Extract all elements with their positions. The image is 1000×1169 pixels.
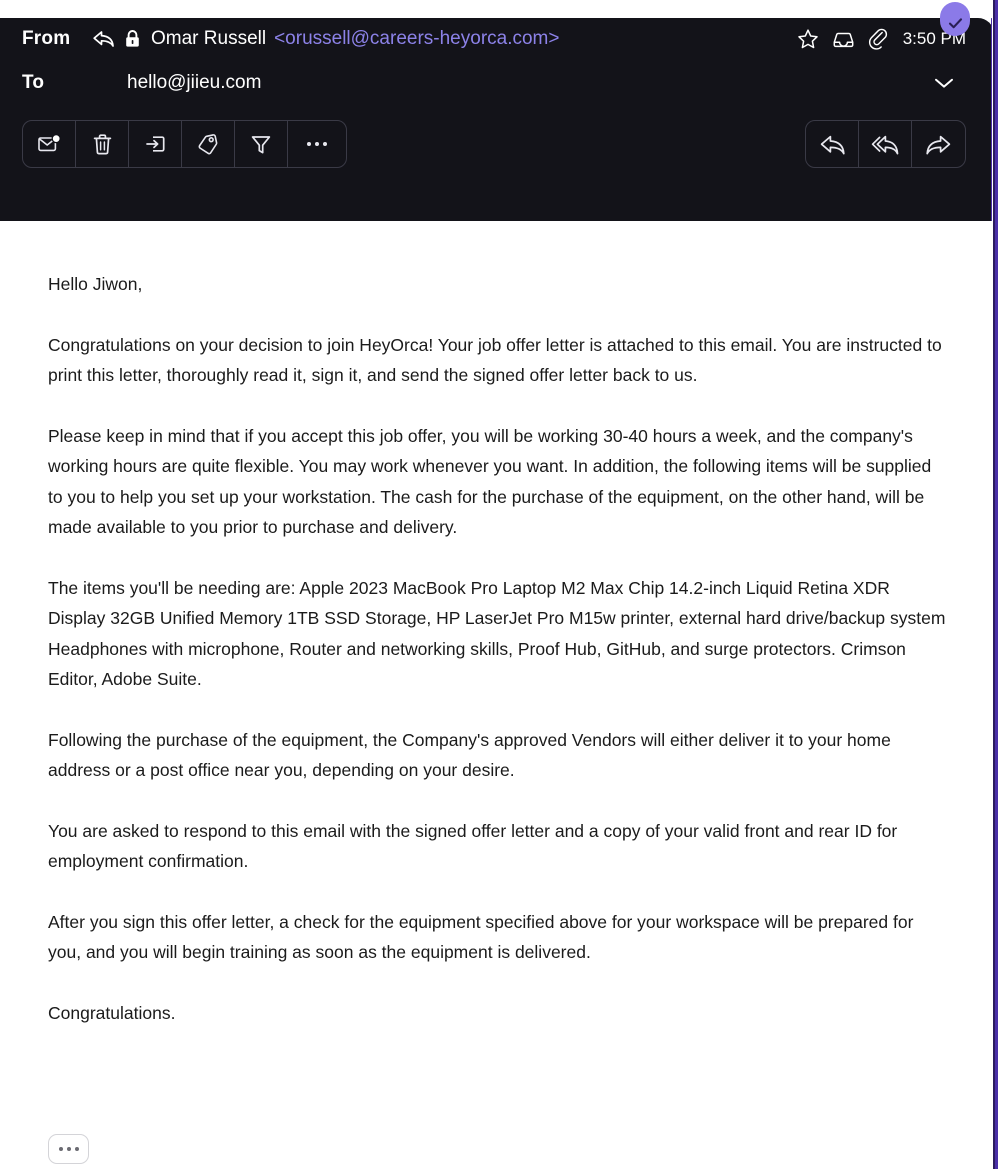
more-actions-button[interactable]: [288, 121, 346, 167]
selected-check-badge[interactable]: [940, 2, 970, 36]
message-header-panel: From Omar Russell <orussell@careers-heyo: [0, 2, 994, 221]
ellipsis-icon: [58, 1147, 79, 1151]
message-toolbar: [0, 104, 994, 168]
from-indicator-icons: [92, 29, 141, 49]
move-to-folder-button[interactable]: [129, 121, 182, 167]
star-icon[interactable]: [797, 28, 819, 50]
reply-actions-group: [805, 120, 966, 168]
mark-unread-button[interactable]: [23, 121, 76, 167]
message-paragraph: You are asked to respond to this email w…: [48, 820, 898, 872]
inbox-archive-icon[interactable]: [832, 29, 855, 50]
sender-name[interactable]: Omar Russell: [151, 28, 266, 50]
email-reader-window: From Omar Russell <orussell@careers-heyo: [0, 0, 1000, 1169]
to-row: To hello@jiieu.com: [0, 62, 994, 104]
forward-button[interactable]: [912, 121, 965, 167]
message-paragraph: Following the purchase of the equipment,…: [48, 729, 891, 781]
message-paragraph: Congratulations on your decision to join…: [48, 334, 942, 386]
lock-icon: [124, 29, 141, 49]
message-paragraph: Hello Jiwon,: [48, 274, 143, 294]
from-label: From: [22, 28, 71, 49]
message-actions-group: [22, 120, 347, 168]
sender-email[interactable]: <orussell@careers-heyorca.com>: [274, 28, 559, 50]
message-paragraph: The items you'll be needing are: Apple 2…: [48, 577, 946, 690]
to-label: To: [22, 72, 45, 93]
reply-all-button[interactable]: [859, 121, 912, 167]
message-paragraph: Congratulations.: [48, 1002, 176, 1023]
from-row: From Omar Russell <orussell@careers-heyo: [0, 18, 994, 60]
reply-button[interactable]: [806, 121, 859, 167]
filter-button[interactable]: [235, 121, 288, 167]
message-body: Hello Jiwon, Congratulations on your dec…: [0, 221, 994, 1028]
check-icon: [948, 17, 963, 30]
ellipsis-icon: [307, 142, 327, 146]
delete-button[interactable]: [76, 121, 129, 167]
reply-arrow-icon: [92, 29, 115, 49]
chevron-down-icon[interactable]: [932, 75, 956, 91]
message-paragraph: After you sign this offer letter, a chec…: [48, 911, 914, 963]
to-address[interactable]: hello@jiieu.com: [127, 72, 261, 94]
message-paragraph: Please keep in mind that if you accept t…: [48, 425, 932, 538]
show-trimmed-content-button[interactable]: [48, 1134, 89, 1164]
paperclip-icon[interactable]: [868, 28, 888, 50]
tag-button[interactable]: [182, 121, 235, 167]
